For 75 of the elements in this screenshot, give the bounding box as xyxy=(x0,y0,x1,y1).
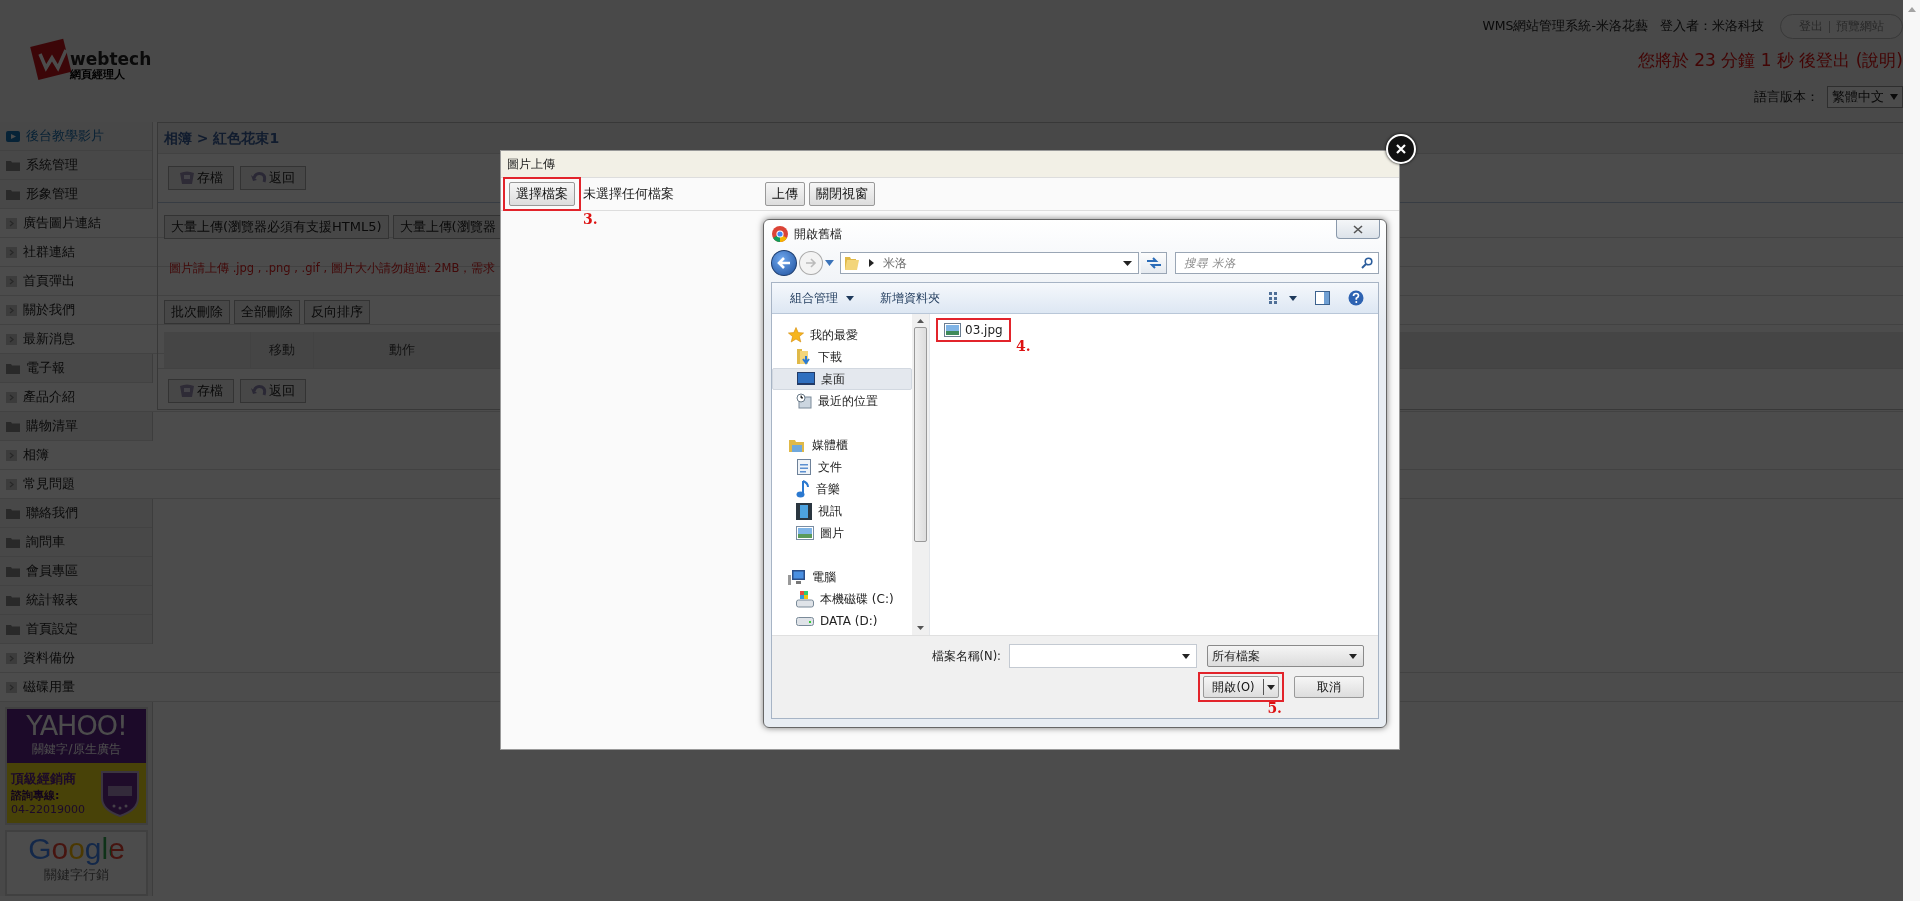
browser-logo-icon xyxy=(772,226,788,242)
caret-icon xyxy=(1182,653,1190,659)
modal-button[interactable]: 關閉視窗 xyxy=(809,182,875,206)
back-button[interactable] xyxy=(771,250,797,276)
modal-button[interactable]: 上傳 xyxy=(765,182,805,206)
nav-item[interactable]: 桌面 xyxy=(772,368,912,390)
library-folder-icon xyxy=(788,437,806,453)
film-icon xyxy=(796,502,812,520)
help-icon xyxy=(1348,290,1364,306)
nav-item[interactable]: 文件 xyxy=(772,456,912,478)
file-item[interactable]: 03.jpg xyxy=(944,323,1003,337)
nav-item[interactable]: DATA (D:) xyxy=(772,610,912,632)
search-icon xyxy=(1361,257,1373,269)
nav-item[interactable]: 音樂 xyxy=(772,478,912,500)
document-icon xyxy=(796,458,812,476)
nav-item[interactable]: 圖片 xyxy=(772,522,912,544)
caret-icon xyxy=(1267,684,1275,690)
modal-title: 圖片上傳 xyxy=(501,151,1399,178)
ad-brand: YAHOO! xyxy=(26,711,127,741)
computer-icon xyxy=(788,569,806,585)
system-title: WMS網站管理系統-米洛花藝 xyxy=(1482,18,1648,35)
scrollbar[interactable] xyxy=(912,314,929,635)
file-name-label: 檔案名稱(N): xyxy=(931,648,1001,664)
step-number: 4. xyxy=(1016,338,1031,354)
refresh-button[interactable] xyxy=(1141,252,1167,274)
recent-places-icon xyxy=(796,393,812,409)
close-icon xyxy=(1396,144,1406,154)
scroll-up-icon xyxy=(1907,7,1916,12)
file-type-select[interactable]: 所有檔案 xyxy=(1207,645,1364,667)
nav-item[interactable]: 視訊 xyxy=(772,500,912,522)
new-folder-button[interactable]: 新增資料夾 xyxy=(870,288,950,308)
logout-countdown: 您將於 23 分鐘 1 秒 後登出 (說明) xyxy=(1637,49,1903,72)
hotline-number: 04-22019000 xyxy=(11,803,85,816)
caret-icon xyxy=(1349,653,1357,659)
drive-icon xyxy=(796,590,814,608)
close-icon xyxy=(1353,224,1363,234)
back-arrow-icon xyxy=(776,257,791,269)
dialog-title: 開啟舊檔 xyxy=(794,226,842,242)
nav-item[interactable]: 電腦 xyxy=(772,566,912,588)
scrollbar[interactable] xyxy=(1903,0,1920,901)
scroll-down-icon xyxy=(917,626,924,630)
picture-icon xyxy=(796,526,814,540)
organize-menu[interactable]: 組合管理 xyxy=(780,288,864,308)
desktop-icon xyxy=(797,372,815,386)
choose-file-button[interactable]: 選擇檔案 xyxy=(509,182,575,206)
step-number: 3. xyxy=(583,211,598,227)
login-user: 登入者：米洛科技 xyxy=(1660,18,1764,35)
nav-item[interactable]: 最近的位置 xyxy=(772,390,912,412)
music-note-icon xyxy=(796,480,810,498)
download-folder-icon xyxy=(796,348,812,366)
cancel-button[interactable]: 取消 xyxy=(1294,676,1364,698)
file-name-field[interactable] xyxy=(1009,644,1197,668)
search-field[interactable]: 搜尋 米洛 xyxy=(1175,252,1379,274)
logo-subtitle: 網頁經理人 xyxy=(70,68,126,81)
scroll-up-icon xyxy=(917,319,924,323)
step-number: 5. xyxy=(1267,700,1282,716)
scroll-thumb[interactable] xyxy=(914,327,927,542)
address-field[interactable]: 米洛 xyxy=(839,252,1140,274)
drive-icon xyxy=(796,616,814,626)
nav-item[interactable]: 我的最愛 xyxy=(772,324,912,346)
folder-icon xyxy=(843,255,860,271)
refresh-icon xyxy=(1145,256,1162,270)
nav-item[interactable]: 下載 xyxy=(772,346,912,368)
image-file-icon xyxy=(944,323,961,337)
star-icon xyxy=(788,327,804,343)
logo-text: webtech xyxy=(70,51,152,68)
ad-title: 頂級經銷商 xyxy=(11,770,77,788)
nav-item[interactable]: 本機磁碟 (C:) xyxy=(772,588,912,610)
hotline-label: 諮詢專線: xyxy=(11,788,61,803)
open-button[interactable]: 開啟(O) xyxy=(1203,676,1279,698)
nav-item[interactable]: 媒體櫃 xyxy=(772,434,912,456)
forward-arrow-icon xyxy=(804,258,817,268)
file-status: 未選擇任何檔案 xyxy=(583,185,675,203)
pane-icon xyxy=(1315,291,1330,305)
chevron-icon xyxy=(868,259,874,267)
